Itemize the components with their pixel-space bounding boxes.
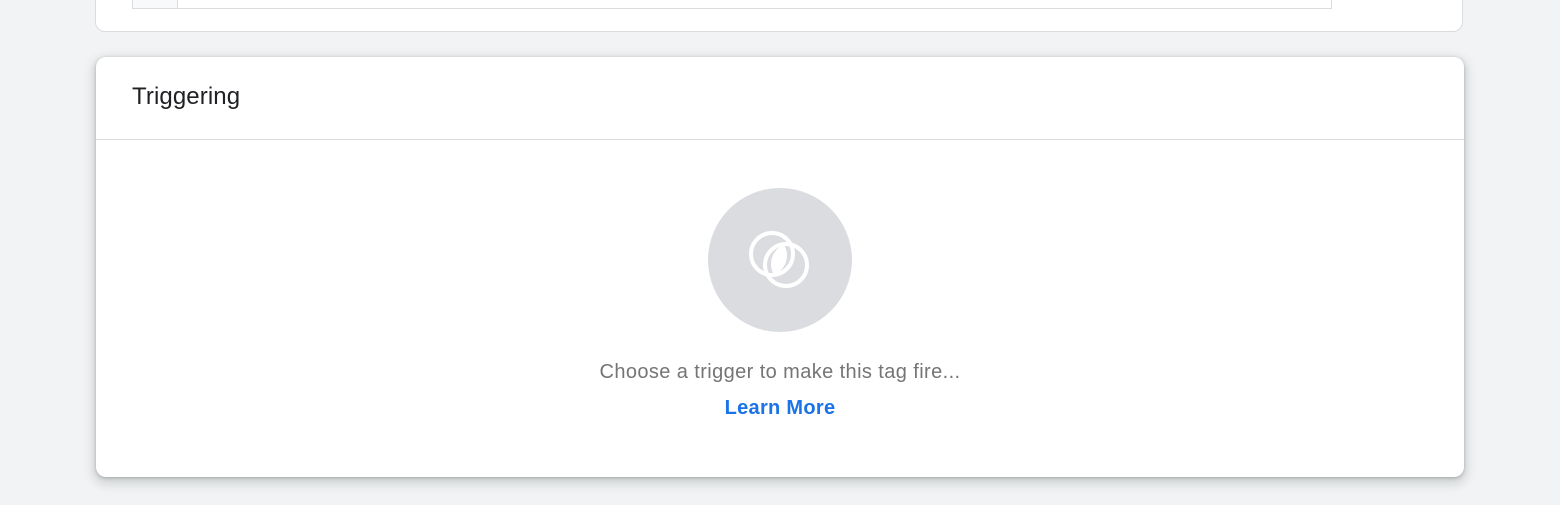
learn-more-link[interactable]: Learn More <box>725 397 836 419</box>
previous-config-field[interactable] <box>132 0 1332 9</box>
triggering-card-body[interactable]: Choose a trigger to make this tag fire..… <box>96 140 1464 477</box>
learn-more-wrapper: Learn More <box>96 397 1464 420</box>
trigger-placeholder-button[interactable] <box>708 188 852 332</box>
triggering-card: Triggering Choose a trigger to make this… <box>96 57 1464 477</box>
previous-config-card <box>95 0 1463 32</box>
previous-config-field-prefix <box>133 0 178 8</box>
trigger-hint-text: Choose a trigger to make this tag fire..… <box>599 361 961 383</box>
triggering-title: Triggering <box>132 83 241 110</box>
triggering-card-header: Triggering <box>96 57 1464 140</box>
page: Triggering Choose a trigger to make this… <box>0 0 1560 505</box>
trigger-overlap-circles-icon <box>749 231 809 288</box>
